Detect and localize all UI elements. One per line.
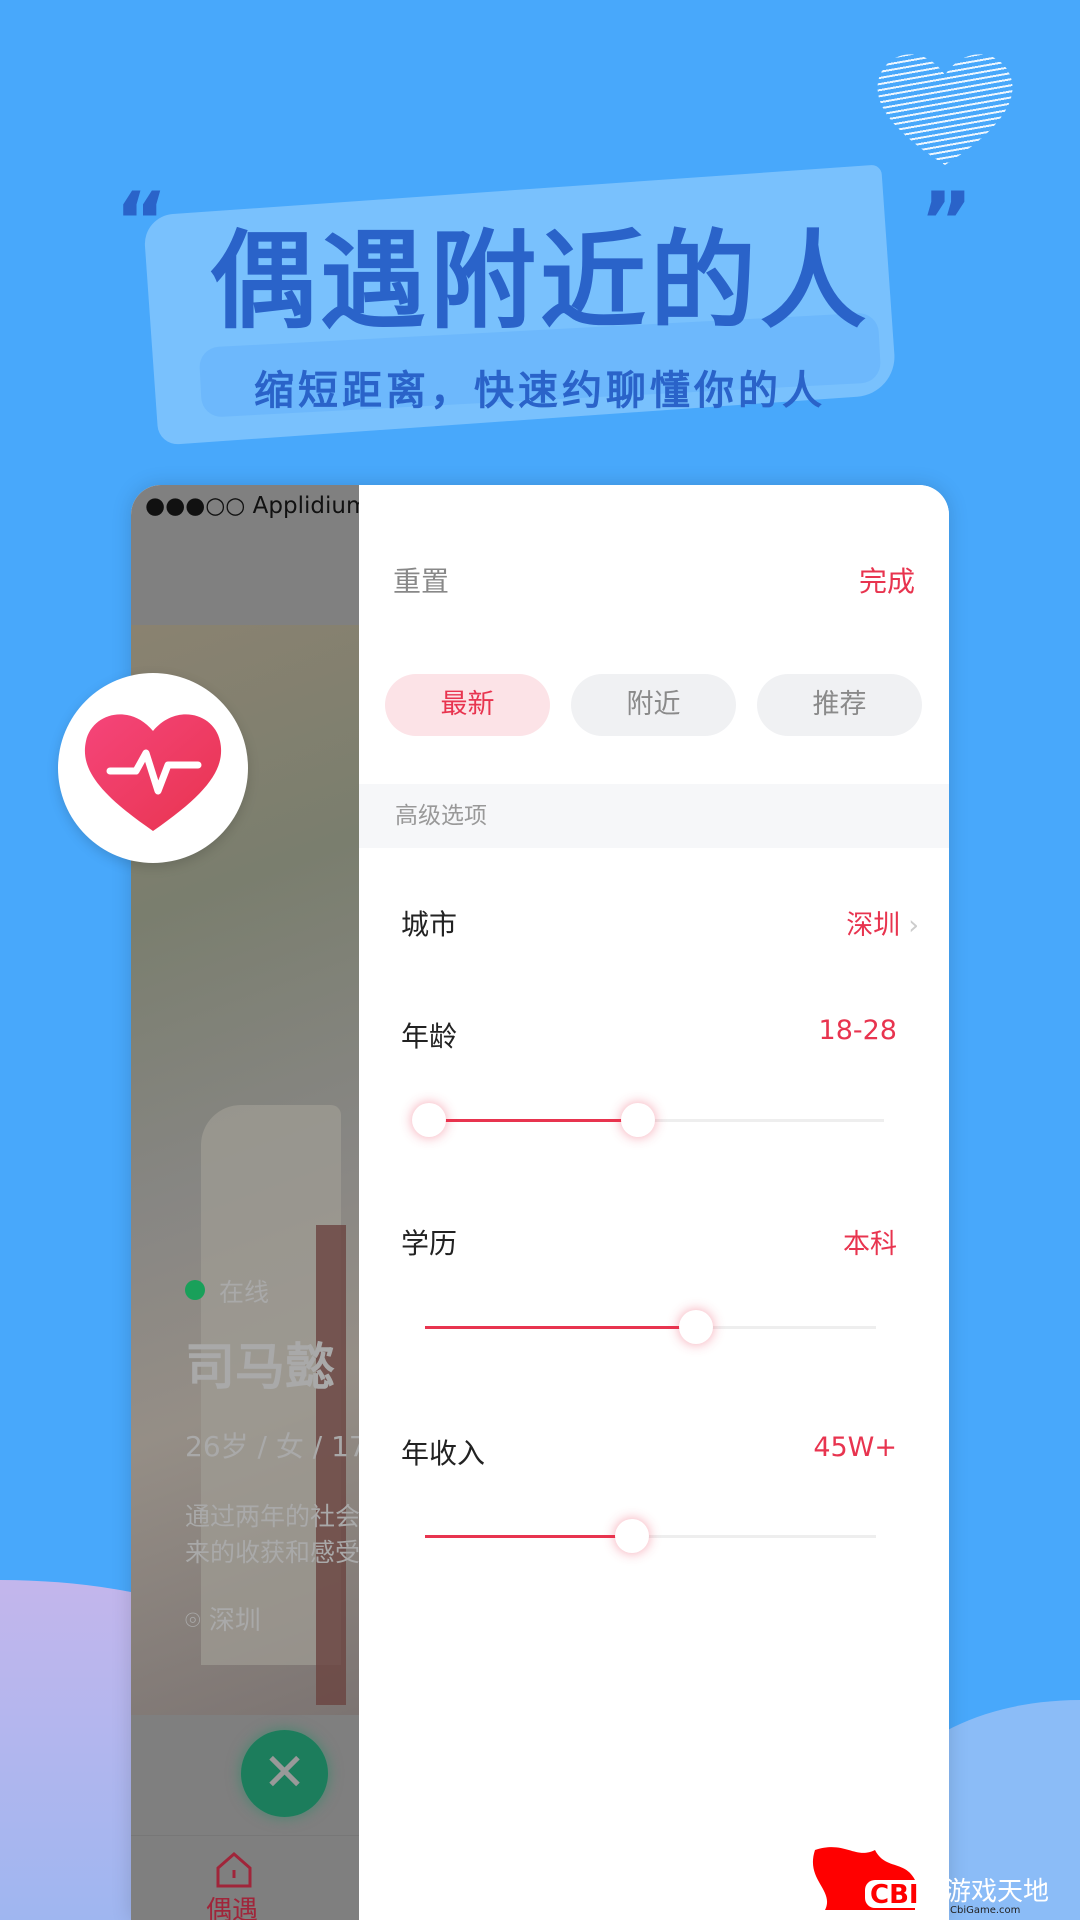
chevron-right-icon: › <box>908 910 919 941</box>
divider <box>131 1835 359 1836</box>
photo-detail <box>316 1225 346 1705</box>
slider-thumb[interactable] <box>615 1519 650 1553</box>
watermark-logo: CBI 游戏天地 CbiGame.com <box>805 1820 1075 1916</box>
advanced-options-header: 高级选项 <box>359 784 949 848</box>
education-label: 学历 <box>401 1227 458 1260</box>
city-value: 深圳 <box>846 910 901 941</box>
sort-option-latest[interactable]: 最新 <box>385 674 550 736</box>
slider-fill <box>429 1119 639 1122</box>
heartbeat-heart-icon <box>84 714 222 831</box>
sort-option-recommended[interactable]: 推荐 <box>757 674 922 736</box>
home-icon[interactable] <box>214 1850 254 1890</box>
profile-location: ⌾ 深圳 <box>185 1600 261 1637</box>
close-icon: ✕ <box>262 1743 307 1803</box>
sort-option-nearby[interactable]: 附近 <box>571 674 736 736</box>
carrier-label: Applidium <box>252 493 369 519</box>
tab-encounter[interactable]: 偶遇 <box>206 1890 258 1920</box>
filter-panel: 重置 完成 最新 附近 推荐 高级选项 城市 深圳 › 年龄 18-28 学历 本… <box>359 485 949 1920</box>
sketch-heart-icon <box>870 40 1020 170</box>
cbi-flame-logo: CBI 游戏天地 CbiGame.com <box>812 1847 1049 1916</box>
svg-text:游戏天地: 游戏天地 <box>945 1877 1049 1907</box>
status-bar: ●●●○○ Applidium <box>145 493 368 519</box>
age-label: 年龄 <box>401 1020 458 1053</box>
profile-info: 26岁 / 女 / 17 <box>185 1430 367 1463</box>
promo-title: 偶遇附近的人 <box>210 220 870 343</box>
age-value: 18-28 <box>818 1015 897 1046</box>
svg-text:CBI: CBI <box>870 1880 919 1910</box>
done-button[interactable]: 完成 <box>859 560 915 600</box>
promo-subtitle: 缩短距离，快速约聊懂你的人 <box>254 368 826 414</box>
svg-text:CbiGame.com: CbiGame.com <box>950 1905 1020 1915</box>
signal-icon: ●●●○○ <box>145 493 246 519</box>
app-logo <box>58 673 248 863</box>
location-text: 深圳 <box>208 1606 261 1636</box>
dislike-button[interactable]: ✕ <box>241 1730 328 1817</box>
slider-thumb-min[interactable] <box>412 1103 446 1137</box>
city-label: 城市 <box>401 908 458 941</box>
profile-desc: 通过两年的社会 <box>185 1502 361 1531</box>
slider-thumb-max[interactable] <box>621 1103 656 1137</box>
slider-thumb[interactable] <box>678 1310 713 1344</box>
location-pin-icon: ⌾ <box>185 1606 201 1636</box>
city-selector[interactable]: 深圳 › <box>846 903 919 942</box>
slider-fill <box>425 1326 696 1329</box>
profile-desc: 来的收获和感受 <box>185 1538 361 1567</box>
online-status: 在线 <box>219 1278 270 1307</box>
reset-button[interactable]: 重置 <box>393 560 449 600</box>
phone-screen: ●●●○○ Applidium 在线 司马懿 26岁 / 女 / 17 通过两年… <box>131 485 949 1920</box>
education-value: 本科 <box>843 1229 897 1260</box>
income-label: 年收入 <box>401 1437 486 1470</box>
slider-fill <box>425 1535 633 1538</box>
income-value: 45W+ <box>813 1432 897 1463</box>
online-dot-icon <box>185 1280 205 1300</box>
profile-name: 司马懿 <box>185 1338 335 1396</box>
